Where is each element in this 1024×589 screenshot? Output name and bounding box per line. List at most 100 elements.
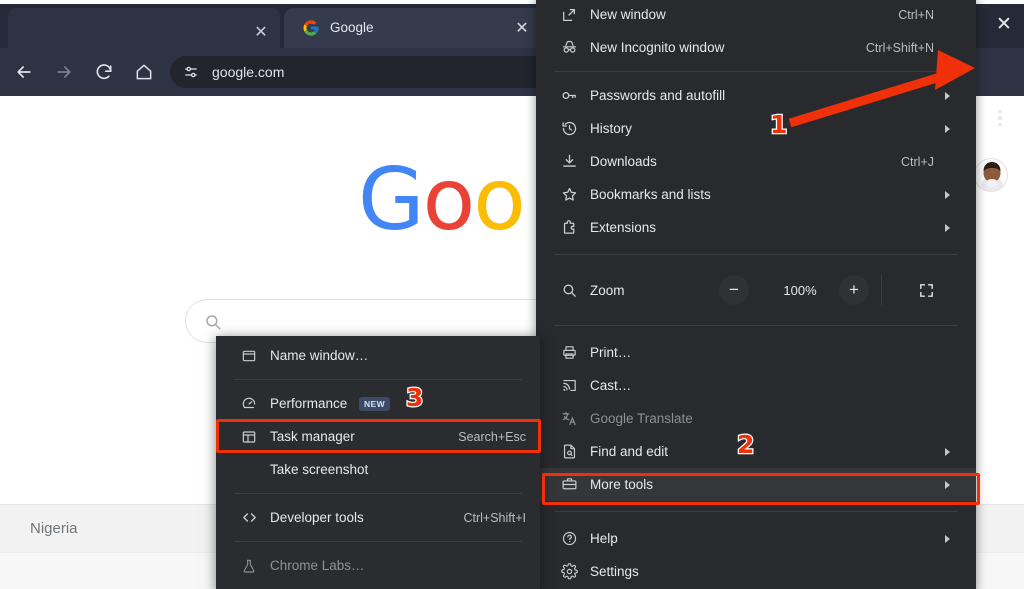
logo-letter: o xyxy=(422,150,476,250)
address-text: google.com xyxy=(212,64,285,80)
menu-item-label: Find and edit xyxy=(590,444,669,459)
cast-icon xyxy=(560,377,578,395)
submenu-item-name-window[interactable]: Name window… xyxy=(216,339,540,372)
download-icon xyxy=(560,153,578,171)
home-icon[interactable] xyxy=(130,58,158,86)
menu-separator xyxy=(554,511,958,512)
menu-item-print[interactable]: Print… xyxy=(536,336,976,369)
step-number-1: 1 xyxy=(769,110,789,139)
dot xyxy=(998,122,1002,127)
menu-separator xyxy=(554,325,958,326)
zoom-control-row: Zoom − 100% + xyxy=(536,265,976,315)
google-favicon xyxy=(302,19,320,37)
menu-item-new-incognito-window[interactable]: New Incognito window Ctrl+Shift+N xyxy=(536,31,976,64)
more-tools-submenu: Name window… Performance NEW Task manage… xyxy=(216,336,540,589)
browser-window: ✕ Google ✕ ✕ google.com Goo Nigeria New … xyxy=(0,0,1024,589)
chevron-right-icon xyxy=(945,91,950,100)
menu-item-label: Help xyxy=(590,531,618,546)
menu-item-label: History xyxy=(590,121,633,136)
new-window-icon xyxy=(560,6,578,24)
menu-item-label: New window xyxy=(590,7,666,22)
menu-item-settings[interactable]: Settings xyxy=(536,555,976,588)
menu-item-label: Downloads xyxy=(590,154,657,169)
menu-item-label: Passwords and autofill xyxy=(590,88,726,103)
menu-item-bookmarks-and-lists[interactable]: Bookmarks and lists xyxy=(536,178,976,211)
new-badge: NEW xyxy=(359,396,391,411)
menu-item-shortcut: Ctrl+J xyxy=(901,154,934,169)
three-dot-menu-button[interactable] xyxy=(982,100,1018,136)
chevron-right-icon xyxy=(945,447,950,456)
history-icon xyxy=(560,120,578,138)
submenu-item-label: Developer tools xyxy=(270,510,364,525)
star-icon xyxy=(560,186,578,204)
screenshot-root: ✕ Google ✕ ✕ google.com Goo Nigeria New … xyxy=(0,0,1024,589)
tab-inactive[interactable]: ✕ xyxy=(8,8,280,48)
fullscreen-icon[interactable] xyxy=(910,274,942,306)
incognito-icon xyxy=(560,39,578,57)
menu-item-google-translate[interactable]: Google Translate xyxy=(536,402,976,435)
close-icon[interactable]: ✕ xyxy=(512,19,532,39)
menu-item-history[interactable]: History xyxy=(536,112,976,145)
menu-item-new-window[interactable]: New window Ctrl+N xyxy=(536,0,976,31)
submenu-item-performance[interactable]: Performance NEW xyxy=(216,387,540,420)
back-arrow-icon[interactable] xyxy=(10,58,38,86)
printer-icon xyxy=(560,344,578,362)
extension-icon xyxy=(560,219,578,237)
code-icon xyxy=(240,509,258,527)
window-icon xyxy=(240,347,258,365)
zoom-level: 100% xyxy=(783,282,817,298)
menu-item-label: Print… xyxy=(590,345,632,360)
submenu-item-task-manager[interactable]: Task manager Search+Esc xyxy=(216,420,540,453)
step-number-2: 2 xyxy=(736,430,756,459)
menu-item-cast[interactable]: Cast… xyxy=(536,369,976,402)
reload-icon[interactable] xyxy=(90,58,118,86)
logo-letter: o xyxy=(473,150,526,250)
submenu-item-developer-tools[interactable]: Developer tools Ctrl+Shift+I xyxy=(216,501,540,534)
chrome-main-menu: New window Ctrl+N New Incognito window C… xyxy=(536,0,976,589)
menu-item-shortcut: Ctrl+Shift+N xyxy=(865,40,934,55)
chevron-right-icon xyxy=(945,534,950,543)
flask-icon xyxy=(240,557,258,575)
toolbox-icon xyxy=(560,476,578,494)
region-label: Nigeria xyxy=(30,520,78,537)
menu-item-label: Bookmarks and lists xyxy=(590,187,711,202)
tab-google[interactable]: Google ✕ xyxy=(284,8,544,48)
chevron-right-icon xyxy=(945,190,950,199)
zoom-out-button[interactable]: − xyxy=(719,275,749,305)
menu-item-label: Cast… xyxy=(590,378,632,393)
chevron-right-icon xyxy=(945,480,950,489)
forward-arrow-icon[interactable] xyxy=(50,58,78,86)
menu-separator xyxy=(234,541,522,542)
key-icon xyxy=(560,87,578,105)
dot xyxy=(998,109,1002,114)
divider xyxy=(881,275,882,305)
speed-icon xyxy=(240,395,258,413)
search-icon xyxy=(204,313,222,331)
submenu-item-chrome-labs[interactable]: Chrome Labs… xyxy=(216,549,540,582)
find-icon xyxy=(560,443,578,461)
submenu-item-label: Name window… xyxy=(270,348,369,363)
menu-separator xyxy=(234,379,522,380)
menu-item-more-tools[interactable]: More tools xyxy=(536,468,976,501)
menu-item-help[interactable]: Help xyxy=(536,522,976,555)
zoom-in-button[interactable]: + xyxy=(839,275,869,305)
chevron-right-icon xyxy=(945,223,950,232)
dot xyxy=(998,116,1002,120)
window-close-button[interactable]: ✕ xyxy=(992,13,1016,37)
tab-title: Google xyxy=(330,20,374,35)
submenu-item-shortcut: Ctrl+Shift+I xyxy=(463,510,526,525)
menu-item-label: More tools xyxy=(590,477,654,492)
menu-separator xyxy=(554,254,958,255)
menu-item-downloads[interactable]: Downloads Ctrl+J xyxy=(536,145,976,178)
submenu-item-shortcut: Search+Esc xyxy=(458,429,526,444)
menu-item-passwords-and-autofill[interactable]: Passwords and autofill xyxy=(536,79,976,112)
submenu-item-take-screenshot[interactable]: Take screenshot xyxy=(216,453,540,486)
close-icon[interactable]: ✕ xyxy=(251,23,271,43)
menu-item-extensions[interactable]: Extensions xyxy=(536,211,976,244)
menu-item-label: Google Translate xyxy=(590,411,693,426)
tune-icon[interactable] xyxy=(182,63,200,81)
avatar[interactable] xyxy=(974,158,1008,192)
submenu-item-label: Performance xyxy=(270,396,348,411)
logo-letter: G xyxy=(358,150,425,250)
menu-item-find-and-edit[interactable]: Find and edit xyxy=(536,435,976,468)
